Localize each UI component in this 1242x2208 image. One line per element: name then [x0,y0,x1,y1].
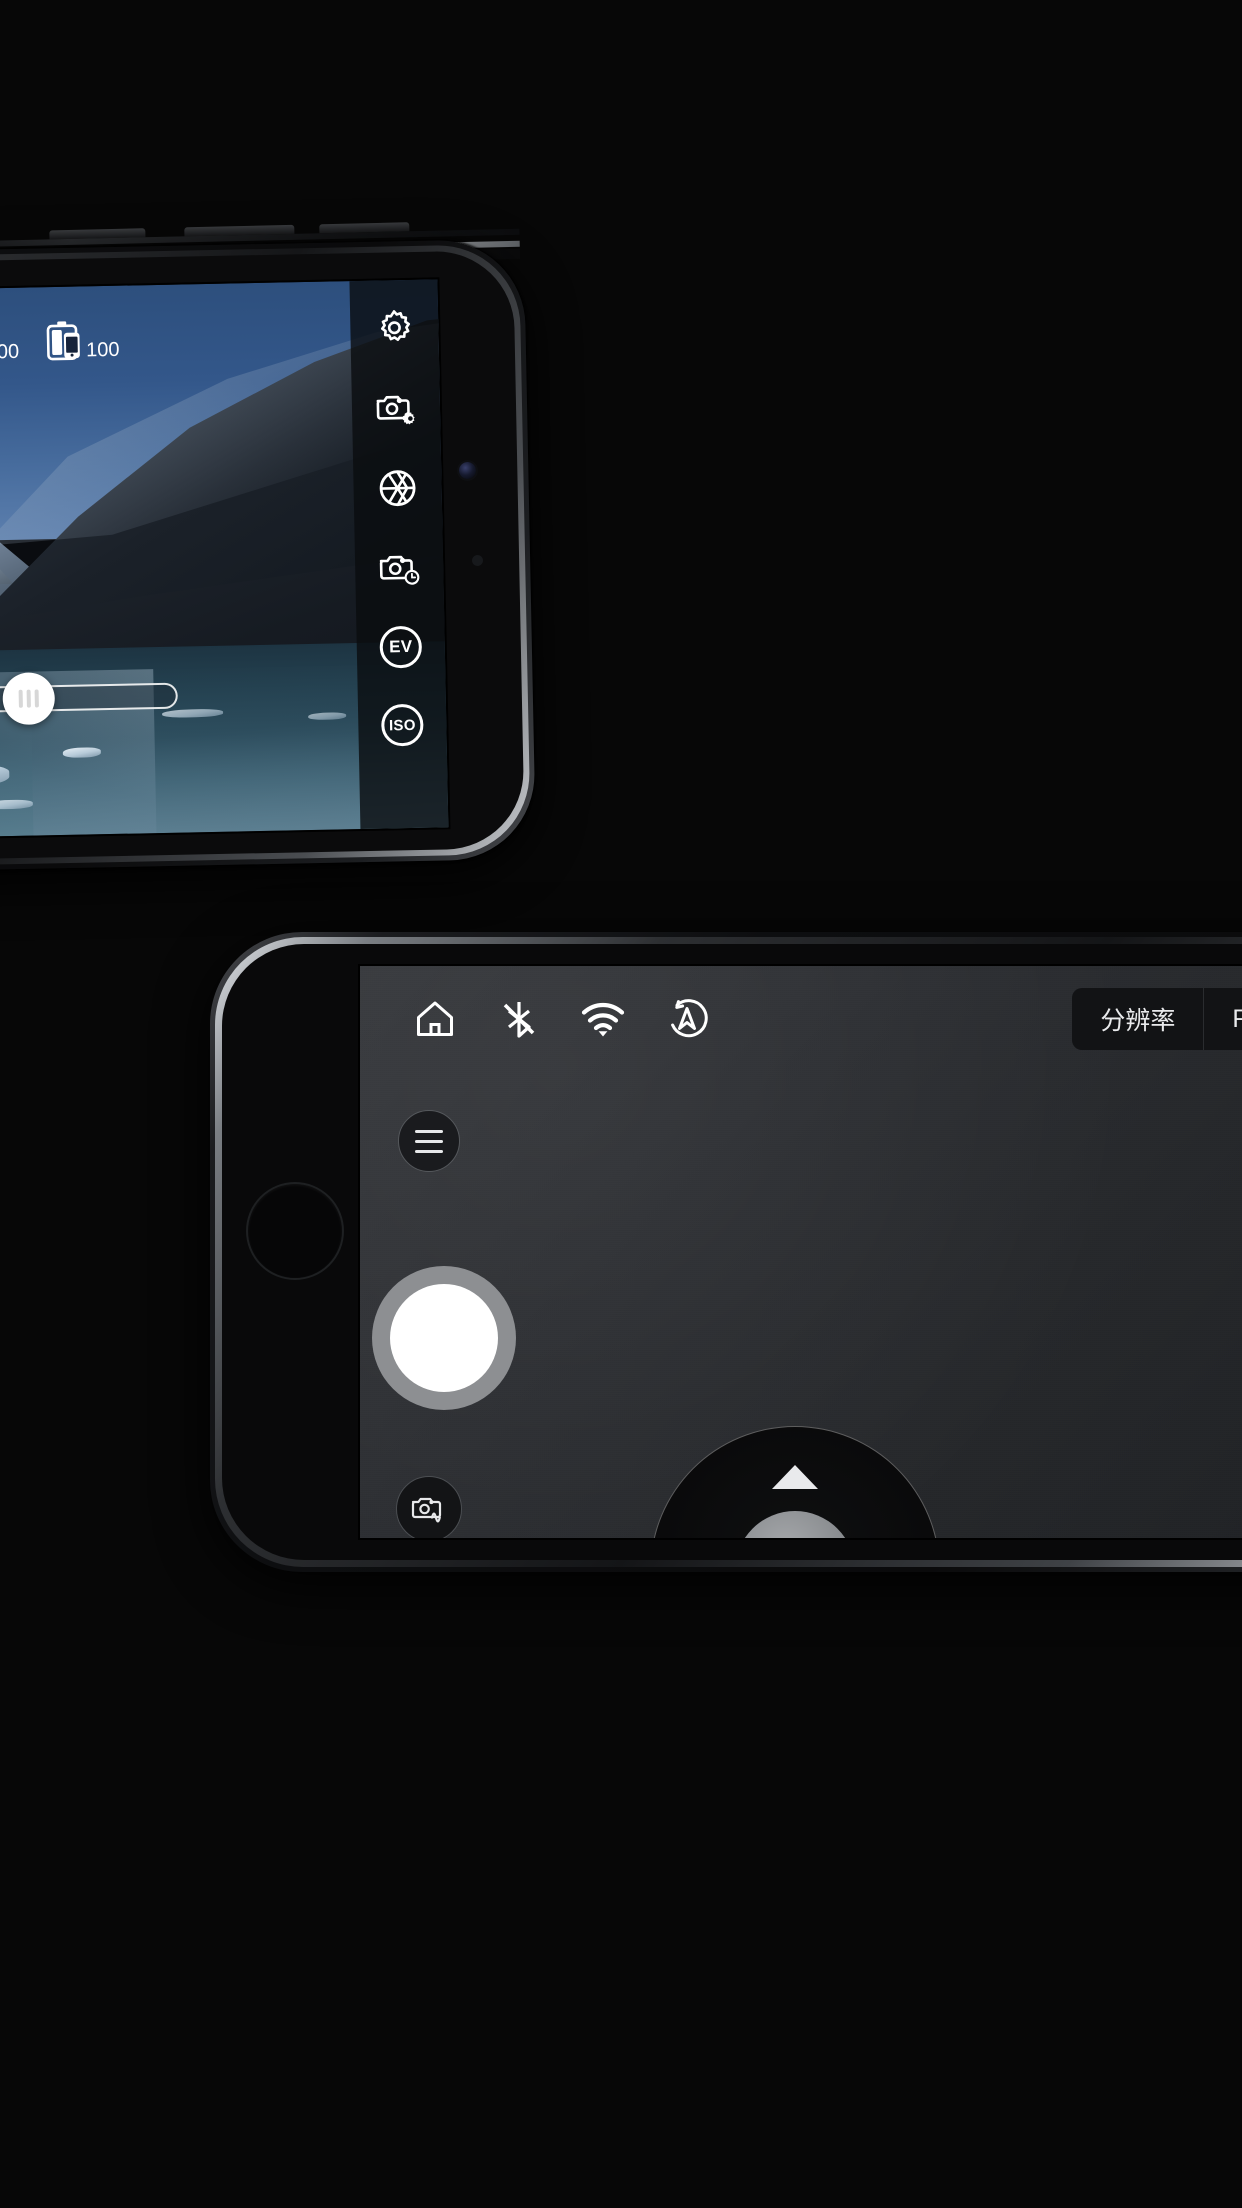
parameter-tabs: 分辨率 FPS 间隔 [1072,988,1242,1050]
ev-icon[interactable]: EV [379,625,423,669]
knob-grip-line [18,689,23,708]
menu-line [415,1139,443,1143]
phone-device-top: 100 100 EV ISO [0,238,537,878]
camera-waveform-button[interactable] [396,1476,462,1538]
camera-settings-icon[interactable] [374,386,419,431]
shutter-button[interactable] [372,1266,516,1410]
bluetooth-off-icon[interactable] [496,996,542,1042]
menu-line [415,1129,443,1133]
tab-fps[interactable]: FPS [1204,988,1242,1050]
home-button[interactable] [246,1182,344,1280]
phone-battery-indicator: 100 [47,320,120,365]
dpad-up-button[interactable] [772,1465,818,1489]
iso-icon[interactable]: ISO [380,703,424,747]
shutter-button-core [390,1284,498,1392]
navigation-compass-icon[interactable] [664,996,710,1042]
gimbal-battery-indicator: 100 [0,322,19,367]
status-icon-group [412,996,710,1042]
phone-device-bottom: 分辨率 FPS 间隔 [210,932,1242,1572]
camera-settings-rail: EV ISO [349,279,449,830]
direction-pad[interactable] [650,1426,940,1538]
phone-battery-value: 100 [85,338,120,362]
settings-gear-icon[interactable] [372,306,417,351]
hamburger-menu-button[interactable] [398,1110,460,1172]
iso-label: ISO [388,716,416,734]
dpad-center-joystick[interactable] [735,1511,855,1538]
gimbal-battery-value: 100 [0,340,20,364]
knob-grip-line [26,689,31,708]
phone2-screen: 分辨率 FPS 间隔 [360,966,1242,1538]
phone1-screen: 100 100 EV ISO [0,279,449,843]
aperture-icon[interactable] [375,466,420,511]
ev-label: EV [388,636,413,657]
home-icon[interactable] [412,996,458,1042]
battery-status-group: 100 100 [0,320,120,367]
menu-line [415,1149,443,1153]
tab-resolution[interactable]: 分辨率 [1072,988,1205,1050]
app-top-bar: 分辨率 FPS 间隔 [360,966,1242,1072]
camera-waveform-icon [410,1490,448,1528]
wifi-icon[interactable] [580,996,626,1042]
camera-timer-icon[interactable] [377,546,422,591]
phone-battery-icon [47,320,84,365]
knob-grip-line [34,689,39,708]
